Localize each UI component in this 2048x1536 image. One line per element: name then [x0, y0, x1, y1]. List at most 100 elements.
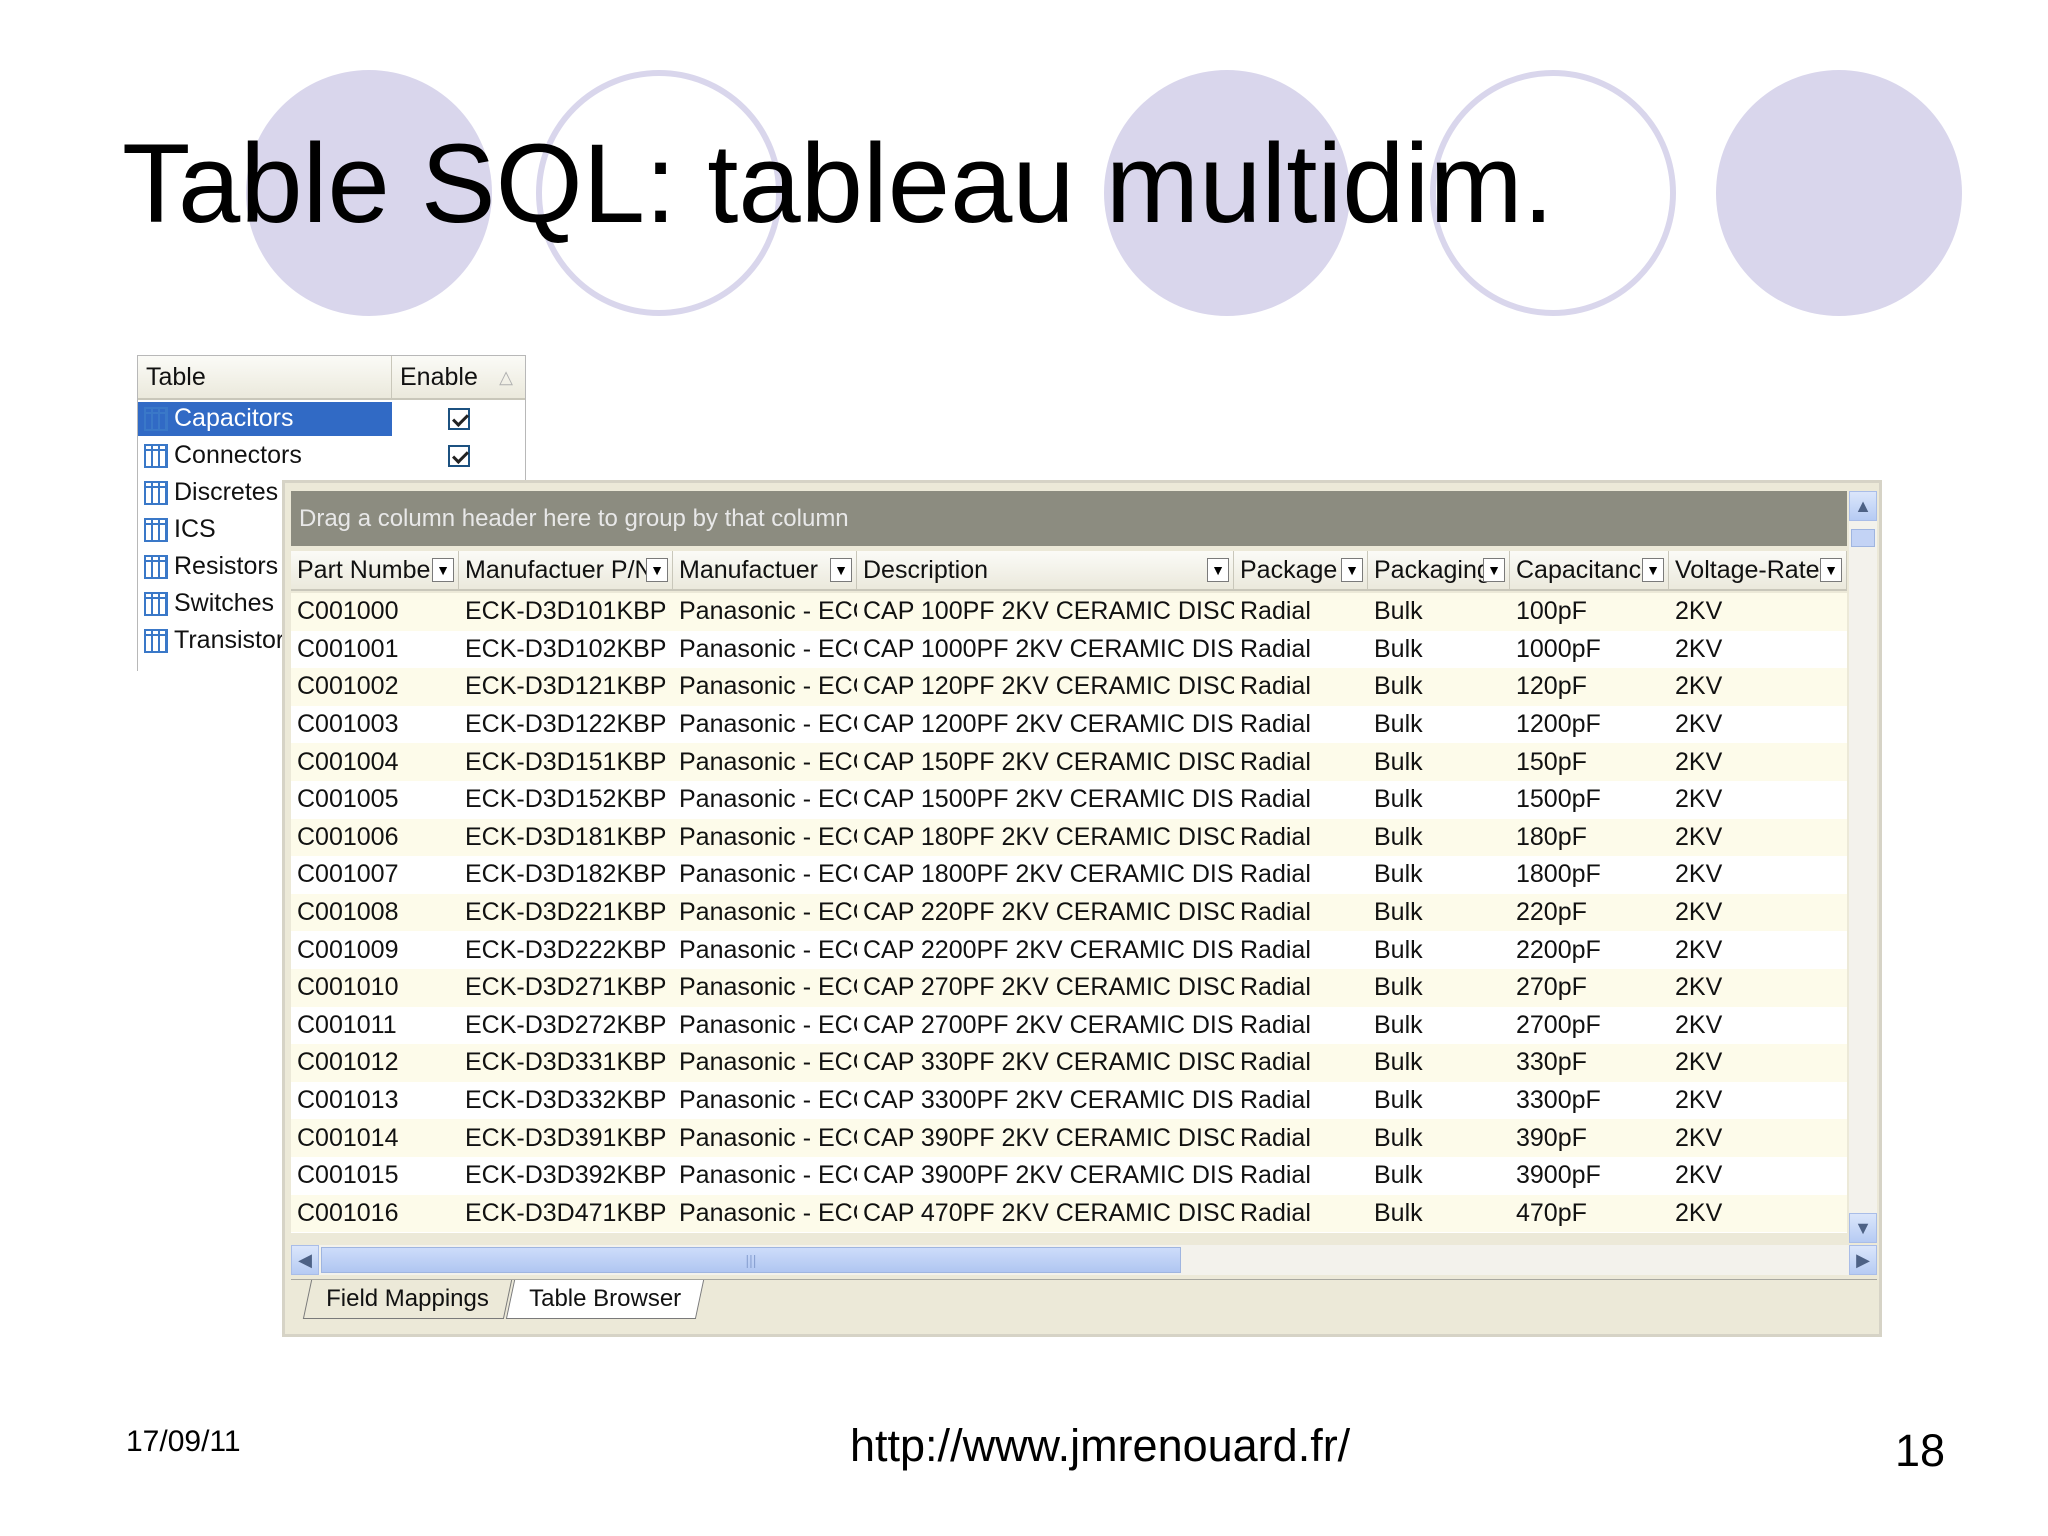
- table-cell[interactable]: 3900pF: [1510, 1161, 1669, 1190]
- table-cell[interactable]: 2KV: [1669, 1011, 1847, 1040]
- table-row[interactable]: C001007 ECK-D3D182KBP Panasonic - ECG CAP 1…: [291, 856, 1847, 894]
- table-cell[interactable]: 2KV: [1669, 860, 1847, 889]
- table-cell[interactable]: 390pF: [1510, 1124, 1669, 1153]
- table-cell[interactable]: C001013: [291, 1086, 459, 1115]
- table-cell[interactable]: C001012: [291, 1048, 459, 1077]
- table-item-name[interactable]: Capacitors: [138, 401, 392, 436]
- table-cell[interactable]: Bulk: [1368, 936, 1510, 965]
- column-header[interactable]: Package ▼: [1234, 551, 1368, 589]
- column-header[interactable]: Part Number ▼: [291, 551, 459, 589]
- column-header-enable[interactable]: Enable △: [392, 356, 525, 398]
- table-cell[interactable]: ECK-D3D331KBP: [459, 1048, 673, 1077]
- table-cell[interactable]: Panasonic - ECG: [673, 672, 857, 701]
- table-cell[interactable]: Panasonic - ECG: [673, 823, 857, 852]
- table-cell[interactable]: Radial: [1234, 1161, 1368, 1190]
- scroll-right-icon[interactable]: ▶: [1849, 1245, 1877, 1275]
- table-cell[interactable]: C001002: [291, 672, 459, 701]
- column-header[interactable]: Packaging ▼: [1368, 551, 1510, 589]
- table-cell[interactable]: Radial: [1234, 973, 1368, 1002]
- table-row[interactable]: C001008 ECK-D3D221KBP Panasonic - ECG CAP 2…: [291, 893, 1847, 932]
- table-cell[interactable]: Radial: [1234, 672, 1368, 701]
- table-cell[interactable]: CAP 180PF 2KV CERAMIC DISC Y5P: [857, 823, 1234, 852]
- table-row[interactable]: C001010 ECK-D3D271KBP Panasonic - ECG CAP 2…: [291, 968, 1847, 1007]
- table-cell[interactable]: Panasonic - ECG: [673, 710, 857, 739]
- table-row[interactable]: C001002 ECK-D3D121KBP Panasonic - ECG CAP 1…: [291, 668, 1847, 706]
- table-cell[interactable]: C001015: [291, 1161, 459, 1190]
- table-cell[interactable]: Bulk: [1368, 785, 1510, 814]
- table-cell[interactable]: Radial: [1234, 860, 1368, 889]
- table-cell[interactable]: 2KV: [1669, 936, 1847, 965]
- table-cell[interactable]: Radial: [1234, 785, 1368, 814]
- table-cell[interactable]: Panasonic - ECG: [673, 973, 857, 1002]
- table-cell[interactable]: 180pF: [1510, 823, 1669, 852]
- table-cell[interactable]: CAP 330PF 2KV CERAMIC DISC Y5P: [857, 1048, 1234, 1077]
- table-row[interactable]: C001004 ECK-D3D151KBP Panasonic - ECG CAP 1…: [291, 743, 1847, 781]
- table-cell[interactable]: C001004: [291, 748, 459, 777]
- table-row[interactable]: C001014 ECK-D3D391KBP Panasonic - ECG CAP 3…: [291, 1119, 1847, 1157]
- table-cell[interactable]: 1200pF: [1510, 710, 1669, 739]
- table-cell[interactable]: Bulk: [1368, 1048, 1510, 1077]
- filter-dropdown-icon[interactable]: ▼: [1820, 558, 1842, 582]
- tab-table-browser[interactable]: Table Browser: [505, 1280, 704, 1319]
- table-cell[interactable]: C001007: [291, 860, 459, 889]
- table-item[interactable]: Connectors: [138, 437, 525, 474]
- column-header[interactable]: Manufactuer ▼: [673, 551, 857, 589]
- filter-dropdown-icon[interactable]: ▼: [1341, 558, 1363, 582]
- table-cell[interactable]: 2KV: [1669, 785, 1847, 814]
- table-cell[interactable]: Bulk: [1368, 635, 1510, 664]
- table-cell[interactable]: Panasonic - ECG: [673, 1048, 857, 1077]
- table-cell[interactable]: Bulk: [1368, 823, 1510, 852]
- table-cell[interactable]: C001016: [291, 1199, 459, 1228]
- table-cell[interactable]: 470pF: [1510, 1199, 1669, 1228]
- table-cell[interactable]: 330pF: [1510, 1048, 1669, 1077]
- table-cell[interactable]: ECK-D3D392KBP: [459, 1161, 673, 1190]
- footer-url[interactable]: http://www.jmrenouard.fr/: [850, 1420, 1350, 1472]
- table-cell[interactable]: 100pF: [1510, 597, 1669, 626]
- table-cell[interactable]: Bulk: [1368, 597, 1510, 626]
- table-cell[interactable]: C001010: [291, 973, 459, 1002]
- table-cell[interactable]: Radial: [1234, 597, 1368, 626]
- table-row[interactable]: C001015 ECK-D3D392KBP Panasonic - ECG CAP 3…: [291, 1156, 1847, 1195]
- horizontal-scrollbar[interactable]: ◀ ||| ▶: [291, 1245, 1877, 1275]
- table-cell[interactable]: ECK-D3D181KBP: [459, 823, 673, 852]
- table-cell[interactable]: 2KV: [1669, 1048, 1847, 1077]
- table-cell[interactable]: CAP 1500PF 2KV CERAMIC DISC Y5P: [857, 785, 1234, 814]
- table-cell[interactable]: 1000pF: [1510, 635, 1669, 664]
- table-cell[interactable]: ECK-D3D151KBP: [459, 748, 673, 777]
- group-by-panel[interactable]: Drag a column header here to group by th…: [291, 491, 1847, 546]
- table-cell[interactable]: Bulk: [1368, 860, 1510, 889]
- vertical-scroll-thumb[interactable]: [1851, 529, 1875, 547]
- table-cell[interactable]: ECK-D3D122KBP: [459, 710, 673, 739]
- table-cell[interactable]: 2KV: [1669, 748, 1847, 777]
- filter-dropdown-icon[interactable]: ▼: [830, 558, 852, 582]
- table-cell[interactable]: Panasonic - ECG: [673, 748, 857, 777]
- table-cell[interactable]: C001000: [291, 597, 459, 626]
- table-cell[interactable]: Bulk: [1368, 1124, 1510, 1153]
- table-cell[interactable]: ECK-D3D271KBP: [459, 973, 673, 1002]
- table-cell[interactable]: CAP 470PF 2KV CERAMIC DISC Y5P: [857, 1199, 1234, 1228]
- table-row[interactable]: C001012 ECK-D3D331KBP Panasonic - ECG CAP 3…: [291, 1044, 1847, 1082]
- table-cell[interactable]: Radial: [1234, 1048, 1368, 1077]
- table-cell[interactable]: Bulk: [1368, 748, 1510, 777]
- table-row[interactable]: C001011 ECK-D3D272KBP Panasonic - ECG CAP 2…: [291, 1006, 1847, 1045]
- table-cell[interactable]: Radial: [1234, 936, 1368, 965]
- table-cell[interactable]: 2KV: [1669, 823, 1847, 852]
- table-cell[interactable]: Panasonic - ECG: [673, 1199, 857, 1228]
- table-row[interactable]: C001013 ECK-D3D332KBP Panasonic - ECG CAP 3…: [291, 1081, 1847, 1120]
- table-cell[interactable]: Bulk: [1368, 710, 1510, 739]
- table-cell[interactable]: Bulk: [1368, 1086, 1510, 1115]
- table-cell[interactable]: C001006: [291, 823, 459, 852]
- scroll-up-icon[interactable]: ▲: [1849, 491, 1877, 521]
- table-cell[interactable]: CAP 100PF 2KV CERAMIC DISC Y5P: [857, 597, 1234, 626]
- table-cell[interactable]: 1800pF: [1510, 860, 1669, 889]
- table-cell[interactable]: Panasonic - ECG: [673, 635, 857, 664]
- filter-dropdown-icon[interactable]: ▼: [1642, 558, 1664, 582]
- table-cell[interactable]: Panasonic - ECG: [673, 1086, 857, 1115]
- table-cell[interactable]: ECK-D3D182KBP: [459, 860, 673, 889]
- horizontal-scroll-thumb[interactable]: |||: [321, 1247, 1181, 1273]
- table-cell[interactable]: C001008: [291, 898, 459, 927]
- table-cell[interactable]: 150pF: [1510, 748, 1669, 777]
- table-cell[interactable]: CAP 390PF 2KV CERAMIC DISC Y5P: [857, 1124, 1234, 1153]
- table-cell[interactable]: Radial: [1234, 1124, 1368, 1153]
- table-cell[interactable]: Radial: [1234, 1199, 1368, 1228]
